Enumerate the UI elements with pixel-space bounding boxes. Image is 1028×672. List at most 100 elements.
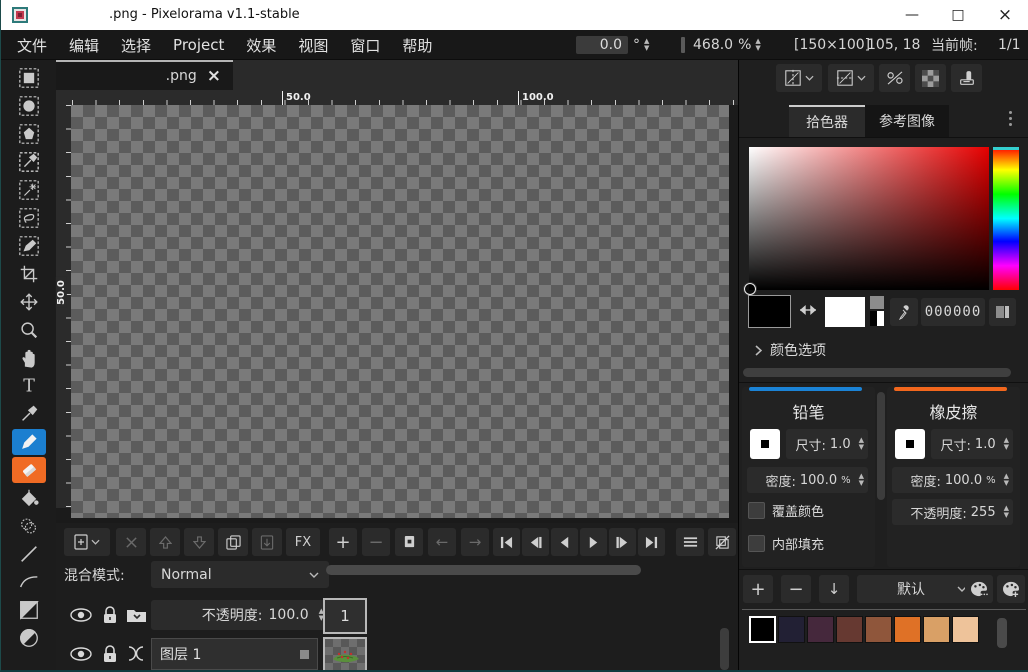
palette-swatch-2[interactable] xyxy=(778,616,805,643)
tool-text[interactable]: T xyxy=(1,372,56,400)
menu-item-8[interactable]: 帮助 xyxy=(402,35,432,56)
color-panel-scrollbar[interactable] xyxy=(743,368,1011,377)
fill-inside-checkbox[interactable]: 内部填充 xyxy=(748,534,824,553)
new-palette-button[interactable] xyxy=(997,575,1025,603)
previous-frame-button[interactable] xyxy=(522,528,549,556)
frame-scrollbar[interactable] xyxy=(326,565,641,575)
tool-color-select[interactable] xyxy=(1,148,56,176)
layer1-visibility-icon[interactable] xyxy=(69,646,93,662)
tool-pencil[interactable] xyxy=(1,428,56,456)
delete-layer-button[interactable] xyxy=(116,528,146,556)
tool-curve[interactable] xyxy=(1,568,56,596)
tool-line[interactable] xyxy=(1,540,56,568)
color-options-expander[interactable]: 颜色选项 xyxy=(755,340,826,360)
go-last-frame-button[interactable] xyxy=(638,528,665,556)
sort-palette-button[interactable]: ↓ xyxy=(819,575,849,603)
hue-slider[interactable] xyxy=(993,147,1019,290)
layer1-link-cels-icon[interactable] xyxy=(125,646,147,661)
layer1-resize-handle[interactable] xyxy=(300,650,309,659)
onion-skinning-button[interactable] xyxy=(708,528,736,556)
add-layer-button[interactable] xyxy=(64,528,110,556)
eraser-brush-button[interactable] xyxy=(895,429,925,459)
menu-item-3[interactable]: 选择 xyxy=(121,35,151,56)
left-color-swatch[interactable] xyxy=(748,295,791,328)
tab-color-picker[interactable]: 拾色器 xyxy=(789,105,865,137)
menu-item-1[interactable]: 文件 xyxy=(17,35,47,56)
eraser-opacity-spinbox[interactable]: 不透明度: 255 ▲▼ xyxy=(892,499,1013,525)
layer-lock-header-icon[interactable] xyxy=(101,605,119,625)
size-spinner[interactable]: ▲▼ xyxy=(1004,437,1009,451)
palette-swatch-5[interactable] xyxy=(865,616,892,643)
opacity-spinner[interactable]: ▲▼ xyxy=(1004,505,1009,519)
tool-bucket[interactable] xyxy=(1,484,56,512)
close-button[interactable]: × xyxy=(981,0,1028,30)
layer-group-header-icon[interactable] xyxy=(126,607,148,624)
next-frame-button[interactable] xyxy=(609,528,636,556)
document-tab[interactable]: .png × xyxy=(56,60,233,90)
saturation-value-box[interactable] xyxy=(749,147,989,290)
default-colors-widget[interactable] xyxy=(870,296,884,326)
go-first-frame-button[interactable] xyxy=(493,528,520,556)
layer-fx-button[interactable]: FX xyxy=(286,528,320,556)
transparency-background-button[interactable] xyxy=(915,64,946,92)
tool-options-scrollbar[interactable] xyxy=(877,392,885,500)
hue-cursor[interactable] xyxy=(993,147,1019,150)
palette-swatch-7[interactable] xyxy=(923,616,950,643)
timeline-vertical-scrollbar[interactable] xyxy=(720,628,729,670)
palette-scrollbar[interactable] xyxy=(997,618,1007,648)
size-spinner[interactable]: ▲▼ xyxy=(859,437,864,451)
palette-swatch-8[interactable] xyxy=(952,616,979,643)
merge-down-button[interactable] xyxy=(252,528,282,556)
menu-item-2[interactable]: 编辑 xyxy=(69,35,99,56)
tool-ellipse[interactable] xyxy=(1,624,56,652)
pencil-brush-button[interactable] xyxy=(750,429,780,459)
cel-frame1-layer1[interactable] xyxy=(323,637,367,672)
zoom-value[interactable]: 468.0 xyxy=(693,37,733,53)
zoom-slider-handle[interactable] xyxy=(681,37,685,53)
layer1-name-field[interactable]: 图层 1 xyxy=(151,638,318,670)
density-spinner[interactable]: ▲▼ xyxy=(859,473,864,487)
sv-cursor[interactable] xyxy=(744,283,756,295)
menu-item-5[interactable]: 效果 xyxy=(246,35,276,56)
tool-eraser[interactable] xyxy=(1,456,56,484)
right-color-swatch[interactable] xyxy=(825,297,865,327)
tool-ellipse-select[interactable] xyxy=(1,92,56,120)
clone-layer-button[interactable] xyxy=(218,528,248,556)
pencil-density-spinbox[interactable]: 密度: 100.0 % ▲▼ xyxy=(747,467,868,493)
clone-frame-button[interactable] xyxy=(395,528,423,556)
tab-reference-images[interactable]: 参考图像 xyxy=(865,105,949,137)
add-palette-color-button[interactable]: + xyxy=(743,575,773,603)
tool-zoom[interactable] xyxy=(1,316,56,344)
pixel-perfect-button[interactable] xyxy=(879,64,910,92)
dynamics-button[interactable] xyxy=(951,64,982,92)
tool-shading[interactable] xyxy=(1,512,56,540)
panel-menu-icon[interactable] xyxy=(1009,111,1012,126)
tool-paint-select[interactable] xyxy=(1,232,56,260)
palette-select-dropdown[interactable]: 默认 xyxy=(857,575,975,603)
zoom-spinner[interactable]: ▲▼ xyxy=(755,38,760,52)
menu-item-7[interactable]: 窗口 xyxy=(350,35,380,56)
tool-color-picker[interactable] xyxy=(1,400,56,428)
tool-magic-wand[interactable] xyxy=(1,176,56,204)
play-backwards-button[interactable] xyxy=(551,528,578,556)
rotation-spinner[interactable]: ▲▼ xyxy=(644,38,649,52)
screen-color-picker-button[interactable] xyxy=(890,298,918,326)
menu-item-6[interactable]: 视图 xyxy=(298,35,328,56)
edit-palette-button[interactable] xyxy=(965,575,993,603)
eraser-size-spinbox[interactable]: 尺寸: 1.0 ▲▼ xyxy=(931,429,1013,459)
swap-colors-icon[interactable] xyxy=(796,304,820,316)
tool-crop[interactable] xyxy=(1,260,56,288)
tool-move[interactable] xyxy=(1,288,56,316)
play-button[interactable] xyxy=(580,528,607,556)
palette-swatch-4[interactable] xyxy=(836,616,863,643)
eraser-density-spinbox[interactable]: 密度: 100.0 % ▲▼ xyxy=(892,467,1013,493)
add-frame-button[interactable]: + xyxy=(329,528,357,556)
menu-item-4[interactable]: Project xyxy=(173,36,224,54)
pencil-size-spinbox[interactable]: 尺寸: 1.0 ▲▼ xyxy=(786,429,868,459)
rotation-spinbox[interactable]: 0.0 ° ▲▼ xyxy=(576,34,649,56)
blend-mode-dropdown[interactable]: Normal xyxy=(151,561,329,588)
layer-visibility-header-icon[interactable] xyxy=(69,607,93,623)
move-frame-right-button[interactable]: → xyxy=(461,528,489,556)
move-frame-left-button[interactable]: ← xyxy=(428,528,456,556)
remove-frame-button[interactable]: − xyxy=(362,528,390,556)
